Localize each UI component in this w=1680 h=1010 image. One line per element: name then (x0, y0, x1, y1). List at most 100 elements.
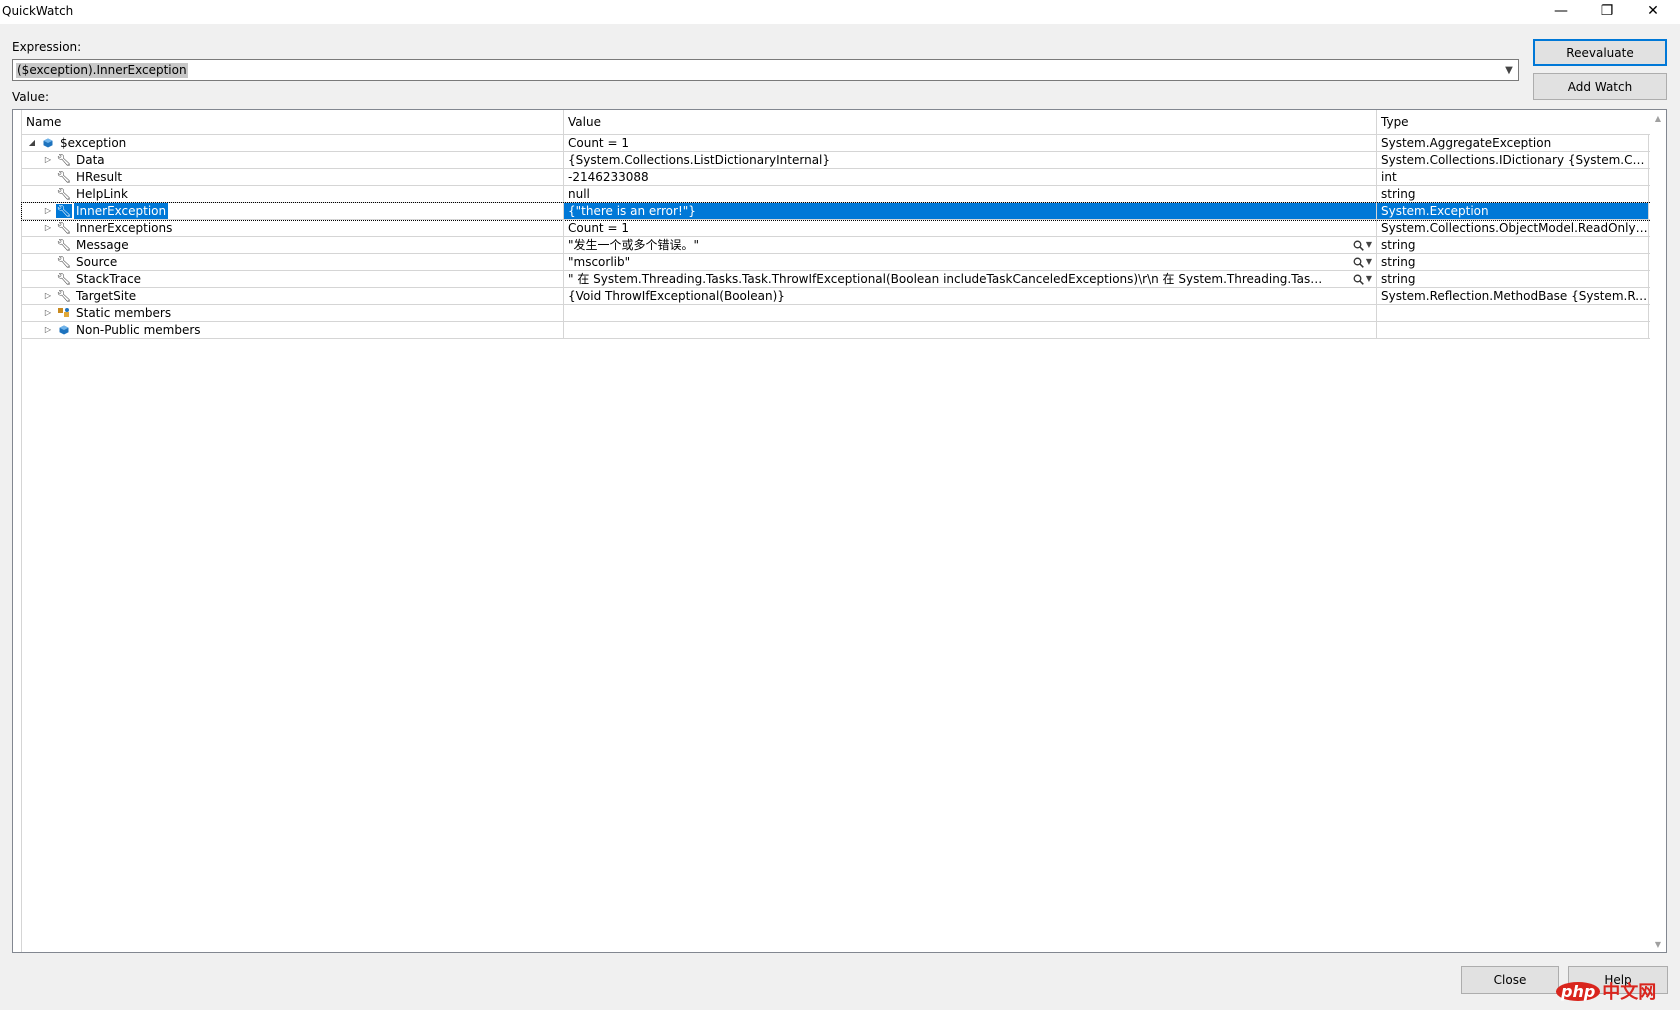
row-value-text: {Void ThrowIfExceptional(Boolean)} (568, 289, 785, 303)
property-wrench-icon: 🔧︎ (56, 272, 72, 286)
column-header-type[interactable]: Type (1377, 110, 1649, 134)
scroll-down-icon[interactable]: ▼ (1650, 936, 1666, 952)
magnifier-icon[interactable] (1353, 274, 1364, 285)
cell-name[interactable]: ◢ $exception (22, 135, 564, 151)
vertical-scrollbar[interactable]: ▲ ▼ (1650, 110, 1666, 952)
add-watch-button[interactable]: Add Watch (1533, 73, 1667, 100)
object-cube-icon (56, 323, 72, 337)
minimize-button[interactable]: — (1538, 0, 1584, 22)
cell-value[interactable] (564, 322, 1377, 338)
cell-type[interactable] (1377, 305, 1649, 321)
cell-type[interactable]: System.AggregateException (1377, 135, 1649, 151)
cell-name[interactable]: ▷ Static members (22, 305, 564, 321)
cell-value[interactable]: {"there is an error!"} (564, 203, 1377, 219)
table-row[interactable]: 🔧︎ Source "mscorlib" ▼ string (22, 254, 1663, 271)
table-row[interactable]: 🔧︎ HelpLink null string (22, 186, 1663, 203)
row-name-text: Source (76, 255, 118, 269)
row-name-text: Non-Public members (76, 323, 201, 337)
row-value-text: Count = 1 (568, 221, 629, 235)
cell-type[interactable]: System.Reflection.MethodBase {System.Ref… (1377, 288, 1649, 304)
table-row[interactable]: ◢ $exception Count = 1 System.AggregateExce… (22, 135, 1663, 152)
cell-value[interactable]: "发生一个或多个错误。" ▼ (564, 237, 1377, 253)
cell-name[interactable]: ▷ 🔧︎ InnerExceptions (22, 220, 564, 236)
collapse-triangle-icon[interactable]: ◢ (26, 135, 38, 151)
cell-type[interactable]: System.Collections.IDictionary {System.C… (1377, 152, 1649, 168)
chevron-down-icon[interactable]: ▼ (1500, 60, 1518, 80)
column-header-name[interactable]: Name (22, 110, 564, 134)
row-gutter (13, 110, 22, 952)
magnifier-icon[interactable] (1353, 240, 1364, 251)
cell-value[interactable]: -2146233088 (564, 169, 1377, 185)
expand-triangle-icon[interactable]: ▷ (42, 305, 54, 321)
cell-value[interactable]: Count = 1 (564, 135, 1377, 151)
cell-type[interactable]: System.Collections.ObjectModel.ReadOnlyC… (1377, 220, 1649, 236)
cell-name[interactable]: 🔧︎ HelpLink (22, 186, 564, 202)
cell-value[interactable]: null (564, 186, 1377, 202)
row-value-text: null (568, 187, 590, 201)
cell-name[interactable]: 🔧︎ Message (22, 237, 564, 253)
cell-value[interactable]: {Void ThrowIfExceptional(Boolean)} (564, 288, 1377, 304)
cell-value[interactable]: " 在 System.Threading.Tasks.Task.ThrowIfE… (564, 271, 1377, 287)
table-row[interactable]: ▷ 🔧︎ Data {System.Collections.ListDictionar… (22, 152, 1663, 169)
row-name-text: Static members (76, 306, 172, 320)
expand-triangle-icon[interactable]: ▷ (42, 203, 54, 219)
cell-value[interactable]: Count = 1 (564, 220, 1377, 236)
scroll-up-icon[interactable]: ▲ (1650, 110, 1666, 126)
cell-type[interactable]: string (1377, 254, 1649, 270)
table-row[interactable]: ▷ 🔧︎ InnerException {"there is an error!"} S… (21, 202, 1664, 221)
row-name-text: $exception (60, 136, 127, 150)
cell-type[interactable]: System.Exception (1377, 203, 1649, 219)
visualizer-tools[interactable]: ▼ (1353, 237, 1372, 253)
chevron-down-icon[interactable]: ▼ (1366, 271, 1372, 287)
cell-name[interactable]: 🔧︎ HResult (22, 169, 564, 185)
property-wrench-icon: 🔧︎ (56, 187, 72, 201)
column-header-value[interactable]: Value (564, 110, 1377, 134)
object-cube-icon (40, 136, 56, 150)
table-row[interactable]: 🔧︎ HResult -2146233088 int (22, 169, 1663, 186)
row-name-text: InnerException (74, 203, 169, 219)
restore-button[interactable]: ❐ (1584, 0, 1630, 22)
expand-triangle-icon[interactable]: ▷ (42, 322, 54, 338)
table-row[interactable]: ▷ Static members (22, 305, 1663, 322)
cell-value[interactable]: "mscorlib" ▼ (564, 254, 1377, 270)
property-wrench-icon: 🔧︎ (56, 238, 72, 252)
visualizer-tools[interactable]: ▼ (1353, 271, 1372, 287)
cell-value[interactable]: {System.Collections.ListDictionaryIntern… (564, 152, 1377, 168)
row-value-text: {"there is an error!"} (568, 204, 696, 218)
cell-name[interactable]: ▷ 🔧︎ TargetSite (22, 288, 564, 304)
cell-name[interactable]: ▷ 🔧︎ Data (22, 152, 564, 168)
cell-name[interactable]: 🔧︎ StackTrace (22, 271, 564, 287)
cell-type[interactable]: string (1377, 237, 1649, 253)
cell-name[interactable]: 🔧︎ Source (22, 254, 564, 270)
cell-type[interactable] (1377, 322, 1649, 338)
expression-combobox[interactable]: ($exception).InnerException ▼ (12, 59, 1519, 81)
watch-grid[interactable]: Name Value Type ◢ $exception Count = 1 Syst… (12, 109, 1667, 953)
row-name-text: InnerExceptions (76, 221, 173, 235)
close-button[interactable]: Close (1461, 966, 1559, 994)
expand-triangle-icon[interactable]: ▷ (42, 152, 54, 168)
grid-rows: ◢ $exception Count = 1 System.AggregateExce… (21, 135, 1664, 339)
value-label: Value: (12, 90, 49, 104)
row-name-text: Message (76, 238, 129, 252)
reevaluate-button[interactable]: Reevaluate (1533, 39, 1667, 66)
expression-input[interactable]: ($exception).InnerException (16, 63, 188, 78)
table-row[interactable]: ▷ 🔧︎ TargetSite {Void ThrowIfExceptional(Bo… (22, 288, 1663, 305)
visualizer-tools[interactable]: ▼ (1353, 254, 1372, 270)
cell-type[interactable]: string (1377, 186, 1649, 202)
table-row[interactable]: ▷ Non-Public members (22, 322, 1663, 339)
static-members-icon (56, 306, 72, 320)
cell-value[interactable] (564, 305, 1377, 321)
cell-type[interactable]: string (1377, 271, 1649, 287)
chevron-down-icon[interactable]: ▼ (1366, 254, 1372, 270)
expand-triangle-icon[interactable]: ▷ (42, 288, 54, 304)
cell-type[interactable]: int (1377, 169, 1649, 185)
cell-name[interactable]: ▷ 🔧︎ InnerException (22, 203, 564, 219)
chevron-down-icon[interactable]: ▼ (1366, 237, 1372, 253)
magnifier-icon[interactable] (1353, 257, 1364, 268)
expand-triangle-icon[interactable]: ▷ (42, 220, 54, 236)
close-window-button[interactable]: ✕ (1630, 0, 1676, 22)
table-row[interactable]: 🔧︎ StackTrace " 在 System.Threading.Tasks.T… (22, 271, 1663, 288)
cell-name[interactable]: ▷ Non-Public members (22, 322, 564, 338)
table-row[interactable]: 🔧︎ Message "发生一个或多个错误。" ▼ string (22, 237, 1663, 254)
table-row[interactable]: ▷ 🔧︎ InnerExceptions Count = 1 System.Collec… (22, 220, 1663, 237)
